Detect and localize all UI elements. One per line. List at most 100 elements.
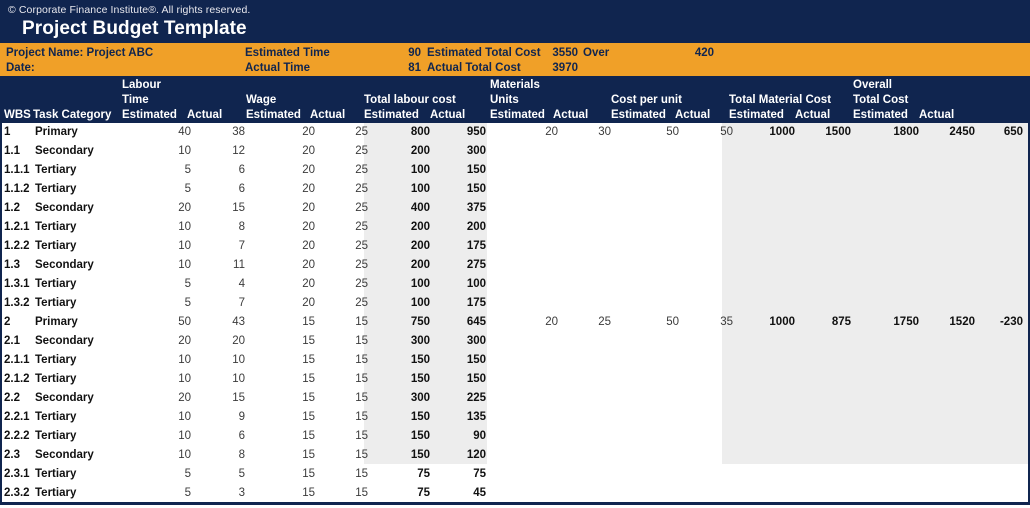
cell-wage-act[interactable]: 25 (312, 145, 368, 157)
cell-cpu-est[interactable]: 50 (613, 316, 679, 328)
cell-wage-est[interactable]: 20 (248, 240, 315, 252)
table-row[interactable]: 1.1.2 Tertiary 5 6 20 25 100 150 (2, 180, 1028, 199)
table-row[interactable]: 2.3.1 Tertiary 5 5 15 15 75 75 (2, 465, 1028, 484)
cell-tlc-act[interactable]: 45 (430, 487, 486, 499)
table-row[interactable]: 2.1.2 Tertiary 10 10 15 15 150 150 (2, 370, 1028, 389)
cell-tlc-est[interactable]: 200 (364, 240, 430, 252)
cell-wage-est[interactable]: 20 (248, 221, 315, 233)
cell-tlc-act[interactable]: 375 (430, 202, 486, 214)
cell-tlc-est[interactable]: 75 (364, 468, 430, 480)
cell-tmc-est[interactable]: 1000 (729, 126, 795, 138)
table-row[interactable]: 2.2.2 Tertiary 10 6 15 15 150 90 (2, 427, 1028, 446)
cell-oc-est[interactable]: 1750 (853, 316, 919, 328)
cell-tlc-est[interactable]: 300 (364, 335, 430, 347)
cell-tmc-est[interactable]: 1000 (729, 316, 795, 328)
cell-wage-est[interactable]: 20 (248, 297, 315, 309)
cell-category[interactable]: Secondary (35, 449, 125, 461)
cell-tlc-est[interactable]: 300 (364, 392, 430, 404)
cell-wage-act[interactable]: 25 (312, 221, 368, 233)
cell-tlc-act[interactable]: 275 (430, 259, 486, 271)
table-row[interactable]: 1.3.2 Tertiary 5 7 20 25 100 175 (2, 294, 1028, 313)
cell-time-act[interactable]: 10 (189, 373, 245, 385)
cell-wage-est[interactable]: 15 (248, 449, 315, 461)
cell-tlc-est[interactable]: 200 (364, 145, 430, 157)
cell-tlc-act[interactable]: 120 (430, 449, 486, 461)
cell-tlc-act[interactable]: 150 (430, 354, 486, 366)
cell-wage-est[interactable]: 20 (248, 278, 315, 290)
cell-category[interactable]: Tertiary (35, 430, 125, 442)
cell-category[interactable]: Tertiary (35, 354, 125, 366)
cell-tlc-act[interactable]: 100 (430, 278, 486, 290)
cell-category[interactable]: Tertiary (35, 278, 125, 290)
cell-time-est[interactable]: 10 (124, 145, 191, 157)
cell-time-act[interactable]: 8 (189, 221, 245, 233)
cell-wbs[interactable]: 2.2.2 (4, 430, 38, 442)
cell-wbs[interactable]: 2.2.1 (4, 411, 38, 423)
cell-time-act[interactable]: 38 (189, 126, 245, 138)
cell-wbs[interactable]: 2.1.1 (4, 354, 38, 366)
cell-time-act[interactable]: 9 (189, 411, 245, 423)
cell-wage-act[interactable]: 15 (312, 449, 368, 461)
cell-time-est[interactable]: 10 (124, 373, 191, 385)
cell-time-est[interactable]: 20 (124, 335, 191, 347)
cell-wage-act[interactable]: 25 (312, 259, 368, 271)
cell-wbs[interactable]: 1.2 (4, 202, 38, 214)
cell-wage-est[interactable]: 20 (248, 126, 315, 138)
cell-wbs[interactable]: 2.2 (4, 392, 38, 404)
cell-wage-act[interactable]: 15 (312, 392, 368, 404)
cell-tlc-est[interactable]: 200 (364, 221, 430, 233)
cell-wage-act[interactable]: 15 (312, 316, 368, 328)
cell-tlc-est[interactable]: 150 (364, 430, 430, 442)
cell-wbs[interactable]: 2.1 (4, 335, 38, 347)
cell-wage-est[interactable]: 15 (248, 430, 315, 442)
cell-oc-act[interactable]: 1520 (919, 316, 975, 328)
cell-time-act[interactable]: 12 (189, 145, 245, 157)
cell-wage-est[interactable]: 20 (248, 202, 315, 214)
table-row[interactable]: 2.1.1 Tertiary 10 10 15 15 150 150 (2, 351, 1028, 370)
cell-time-act[interactable]: 4 (189, 278, 245, 290)
table-row[interactable]: 2.2.1 Tertiary 10 9 15 15 150 135 (2, 408, 1028, 427)
cell-wage-est[interactable]: 15 (248, 354, 315, 366)
cell-wage-act[interactable]: 25 (312, 202, 368, 214)
cell-units-est[interactable]: 20 (492, 316, 558, 328)
cell-wbs[interactable]: 1.2.1 (4, 221, 38, 233)
cell-wage-est[interactable]: 15 (248, 487, 315, 499)
cell-oc-act[interactable]: 2450 (919, 126, 975, 138)
cell-time-act[interactable]: 10 (189, 354, 245, 366)
cell-tmc-act[interactable]: 875 (795, 316, 851, 328)
cell-time-act[interactable]: 15 (189, 392, 245, 404)
table-row[interactable]: 2.3 Secondary 10 8 15 15 150 120 (2, 446, 1028, 465)
cell-tlc-act[interactable]: 75 (430, 468, 486, 480)
table-row[interactable]: 2.1 Secondary 20 20 15 15 300 300 (2, 332, 1028, 351)
cell-time-est[interactable]: 40 (124, 126, 191, 138)
cell-tlc-est[interactable]: 400 (364, 202, 430, 214)
cell-wbs[interactable]: 1.3.2 (4, 297, 38, 309)
cell-wage-act[interactable]: 15 (312, 354, 368, 366)
table-row[interactable]: 1.3 Secondary 10 11 20 25 200 275 (2, 256, 1028, 275)
cell-tlc-act[interactable]: 225 (430, 392, 486, 404)
cell-tlc-est[interactable]: 150 (364, 354, 430, 366)
cell-variance[interactable]: -230 (969, 316, 1023, 328)
table-row[interactable]: 1 Primary 40 38 20 25 800 950 20 30 50 50 1000 1500 18… (2, 123, 1028, 142)
cell-wage-est[interactable]: 15 (248, 373, 315, 385)
cell-tlc-act[interactable]: 300 (430, 335, 486, 347)
cell-tlc-est[interactable]: 100 (364, 278, 430, 290)
cell-time-act[interactable]: 7 (189, 240, 245, 252)
cell-category[interactable]: Tertiary (35, 183, 125, 195)
cell-wage-act[interactable]: 15 (312, 335, 368, 347)
cell-wbs[interactable]: 2.1.2 (4, 373, 38, 385)
cell-tlc-act[interactable]: 950 (430, 126, 486, 138)
cell-wbs[interactable]: 2 (4, 316, 38, 328)
cell-cpu-act[interactable]: 50 (677, 126, 733, 138)
cell-wage-act[interactable]: 15 (312, 487, 368, 499)
cell-category[interactable]: Tertiary (35, 468, 125, 480)
cell-time-act[interactable]: 5 (189, 468, 245, 480)
cell-wage-act[interactable]: 25 (312, 297, 368, 309)
cell-tlc-est[interactable]: 150 (364, 373, 430, 385)
cell-tlc-est[interactable]: 100 (364, 164, 430, 176)
cell-category[interactable]: Secondary (35, 259, 125, 271)
cell-time-act[interactable]: 8 (189, 449, 245, 461)
cell-tlc-act[interactable]: 300 (430, 145, 486, 157)
cell-time-act[interactable]: 6 (189, 183, 245, 195)
cell-time-act[interactable]: 20 (189, 335, 245, 347)
